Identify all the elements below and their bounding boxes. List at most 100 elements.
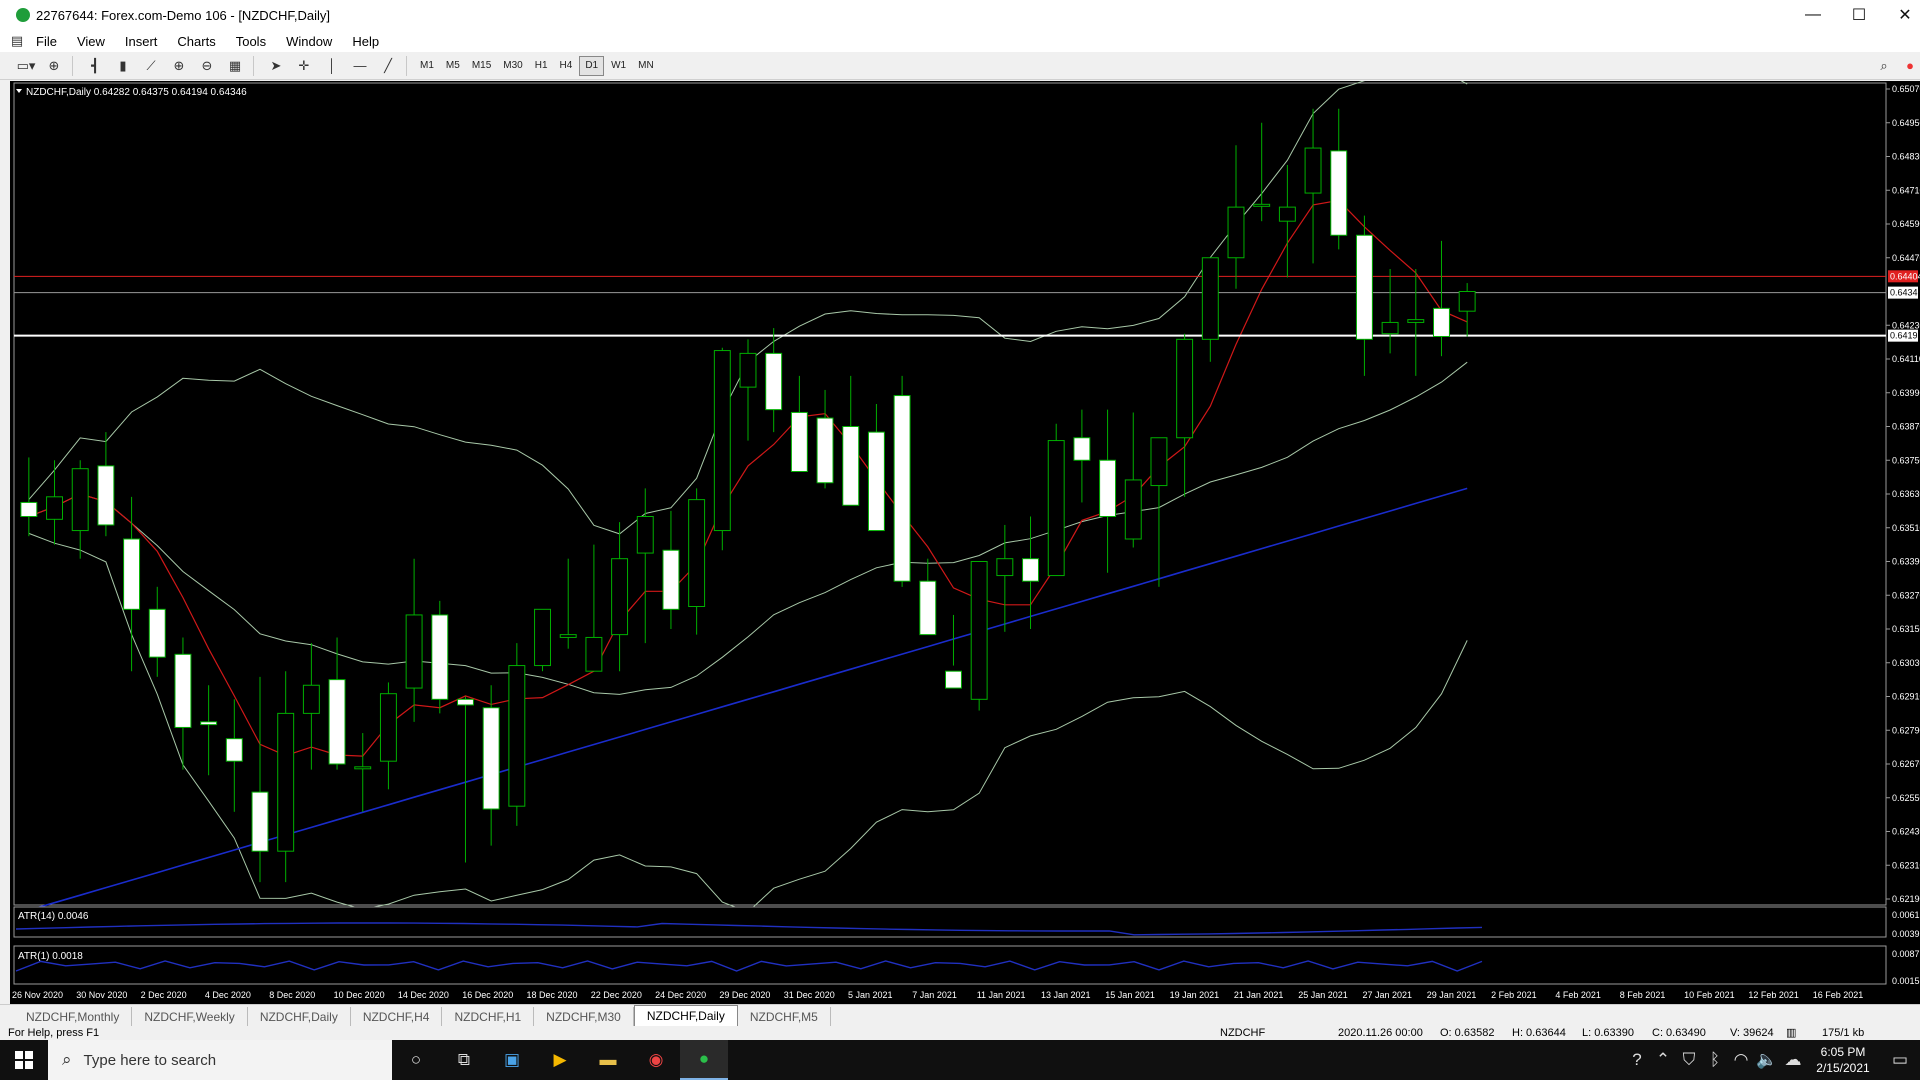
- cursor-icon[interactable]: ➤: [264, 55, 288, 77]
- candle-body: [457, 698, 474, 706]
- status-high: H: 0.63644: [1512, 1027, 1566, 1039]
- menu-charts[interactable]: Charts: [167, 34, 225, 49]
- minimize-button[interactable]: —: [1790, 0, 1836, 30]
- candle-body: [71, 468, 89, 532]
- crosshair-target-icon[interactable]: ⊕: [42, 55, 66, 77]
- connection-icon: ▥: [1786, 1027, 1797, 1039]
- zoom-out-icon[interactable]: ⊖: [195, 55, 219, 77]
- maximize-button[interactable]: ☐: [1836, 0, 1882, 30]
- trendline-icon[interactable]: ╱: [376, 55, 400, 77]
- menu-window[interactable]: Window: [276, 34, 342, 49]
- tab-nzdchf-m30[interactable]: NZDCHF,M30: [534, 1007, 634, 1026]
- candle-body: [1330, 150, 1348, 236]
- date-axis-label: 25 Jan 2021: [1298, 990, 1348, 1000]
- new-chart-icon[interactable]: ▭▾: [14, 55, 38, 77]
- candle-body: [379, 693, 397, 762]
- timeframe-m30[interactable]: M30: [498, 56, 527, 76]
- candlestick-icon[interactable]: ▮: [111, 55, 135, 77]
- line-chart-icon[interactable]: ⟋: [139, 55, 163, 77]
- taskbar-clock[interactable]: 6:05 PM 2/15/2021: [1806, 1044, 1880, 1076]
- candle-body: [559, 634, 577, 638]
- wifi-icon[interactable]: ◠: [1728, 1040, 1754, 1080]
- notification-icon[interactable]: ●: [1898, 55, 1920, 77]
- timeframe-d1[interactable]: D1: [579, 55, 605, 76]
- task-view-icon[interactable]: ⧉: [440, 1040, 488, 1080]
- document-icon: ▤: [10, 33, 24, 48]
- price-axis-label: 0.62190: [1892, 894, 1920, 904]
- toolbar-divider: [72, 55, 73, 76]
- tab-nzdchf-h1[interactable]: NZDCHF,H1: [442, 1007, 535, 1026]
- date-axis-label: 4 Dec 2020: [205, 990, 251, 1000]
- menu-file[interactable]: File: [26, 34, 67, 49]
- window-title: 22767644: Forex.com-Demo 106 - [NZDCHF,D…: [36, 7, 331, 23]
- price-axis-label: 0.62790: [1892, 725, 1920, 735]
- candle-body: [765, 352, 783, 411]
- tile-windows-icon[interactable]: ▦: [223, 55, 247, 77]
- menu-view[interactable]: View: [67, 34, 115, 49]
- vertical-line-icon[interactable]: │: [320, 55, 344, 77]
- date-axis-label: 10 Dec 2020: [334, 990, 385, 1000]
- timeframe-m1[interactable]: M1: [415, 56, 439, 76]
- tab-nzdchf-h4[interactable]: NZDCHF,H4: [351, 1007, 443, 1026]
- timeframe-h4[interactable]: H4: [555, 56, 578, 76]
- zoom-in-icon[interactable]: ⊕: [167, 55, 191, 77]
- crosshair-icon[interactable]: ✛: [292, 55, 316, 77]
- close-button[interactable]: ✕: [1882, 0, 1920, 30]
- atr14-axis-high: 0.0061: [1892, 910, 1920, 920]
- chrome-icon[interactable]: ◉: [632, 1040, 680, 1080]
- plex-app-icon[interactable]: ▶: [536, 1040, 584, 1080]
- status-bar: For Help, press F1 NZDCHF 2020.11.26 00:…: [0, 1026, 1920, 1040]
- remote-desktop-icon[interactable]: ▣: [488, 1040, 536, 1080]
- candle-body: [508, 665, 526, 807]
- chevron-up-icon[interactable]: ⌃: [1650, 1040, 1676, 1080]
- candle-body: [585, 636, 603, 672]
- file-explorer-icon[interactable]: ▬: [584, 1040, 632, 1080]
- search-icon[interactable]: ⌕: [1872, 55, 1896, 77]
- date-axis-label: 27 Jan 2021: [1363, 990, 1413, 1000]
- windows-start-icon[interactable]: [0, 1040, 48, 1080]
- candle-body: [431, 614, 449, 700]
- date-axis-label: 14 Dec 2020: [398, 990, 449, 1000]
- metatrader-taskbar-icon[interactable]: ●: [680, 1040, 728, 1080]
- date-axis-label: 2 Feb 2021: [1491, 990, 1537, 1000]
- date-axis-label: 31 Dec 2020: [784, 990, 835, 1000]
- help-icon[interactable]: ?: [1624, 1040, 1650, 1080]
- date-axis-label: 4 Feb 2021: [1555, 990, 1601, 1000]
- tab-nzdchf-monthly[interactable]: NZDCHF,Monthly: [14, 1007, 133, 1026]
- bar-chart-icon[interactable]: ┫: [83, 55, 107, 77]
- timeframe-m5[interactable]: M5: [441, 56, 465, 76]
- notifications-icon[interactable]: ▭: [1880, 1040, 1920, 1080]
- tab-nzdchf-daily-active[interactable]: NZDCHF,Daily: [633, 1005, 738, 1026]
- candle-body: [302, 684, 320, 714]
- tab-nzdchf-weekly[interactable]: NZDCHF,Weekly: [132, 1007, 248, 1026]
- menu-insert[interactable]: Insert: [115, 34, 168, 49]
- cortana-icon[interactable]: ○: [392, 1040, 440, 1080]
- date-axis-label: 8 Feb 2021: [1620, 990, 1666, 1000]
- volume-icon[interactable]: 🔈: [1754, 1040, 1780, 1080]
- chart-window[interactable]: 0.65070 0.64950 0.64830 0.64710 0.64590 0.644…: [10, 65, 1920, 1004]
- bluetooth-icon[interactable]: ᛒ: [1702, 1040, 1728, 1080]
- date-axis-label: 21 Jan 2021: [1234, 990, 1284, 1000]
- price-axis-label: 0.65070: [1892, 84, 1920, 94]
- timeframe-m15[interactable]: M15: [467, 56, 496, 76]
- timeframe-h1[interactable]: H1: [530, 56, 553, 76]
- shield-icon[interactable]: ⛉: [1676, 1040, 1702, 1080]
- candle-body: [1047, 440, 1065, 577]
- price-axis-label: 0.63030: [1892, 658, 1920, 668]
- tab-nzdchf-m5[interactable]: NZDCHF,M5: [738, 1007, 831, 1026]
- tab-nzdchf-daily-1[interactable]: NZDCHF,Daily: [248, 1007, 351, 1026]
- date-axis-label: 29 Dec 2020: [719, 990, 770, 1000]
- menu-tools[interactable]: Tools: [226, 34, 276, 49]
- timeframe-w1[interactable]: W1: [606, 56, 631, 76]
- candle-body: [20, 501, 38, 517]
- menu-help[interactable]: Help: [342, 34, 389, 49]
- horizontal-line-icon[interactable]: —: [348, 55, 372, 77]
- onedrive-cloud-icon[interactable]: ☁: [1780, 1040, 1806, 1080]
- price-chart[interactable]: 0.65070 0.64950 0.64830 0.64710 0.64590 0.644…: [10, 65, 1920, 1004]
- taskbar-search-input[interactable]: ⌕ Type here to search: [48, 1040, 392, 1080]
- candle-body: [251, 791, 269, 852]
- system-tray: ? ⌃ ⛉ ᛒ ◠ 🔈 ☁ 6:05 PM 2/15/2021 ▭: [1624, 1040, 1920, 1080]
- timeframe-mn[interactable]: MN: [633, 56, 659, 76]
- title-bar: 22767644: Forex.com-Demo 106 - [NZDCHF,D…: [0, 0, 1920, 30]
- date-axis-label: 22 Dec 2020: [591, 990, 642, 1000]
